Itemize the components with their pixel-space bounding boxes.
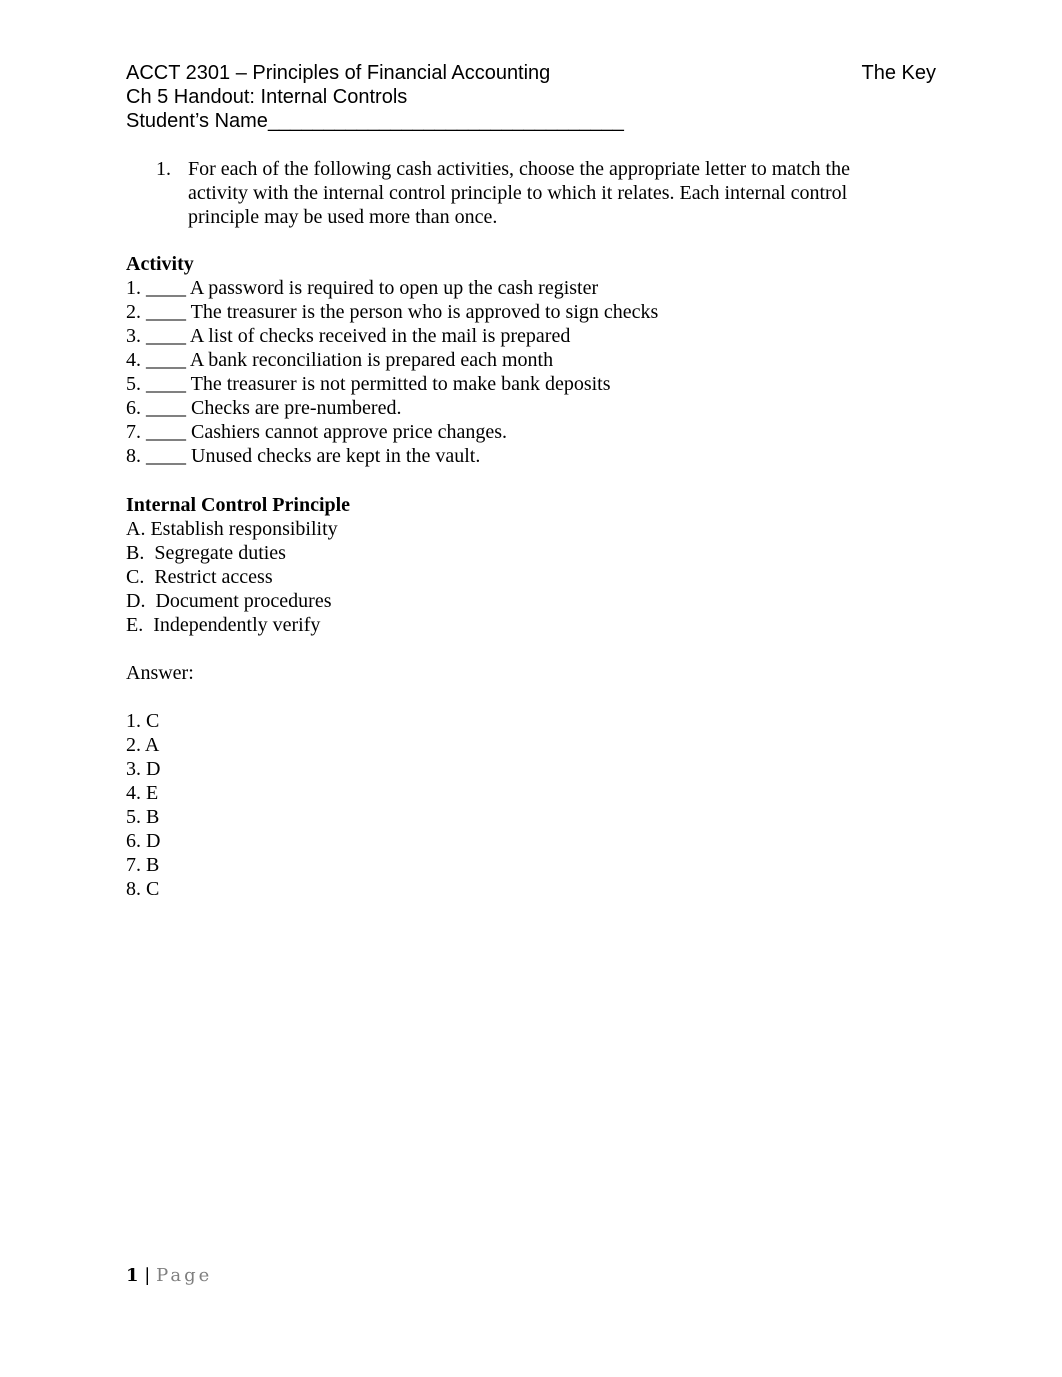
answer-section: Answer: 1. C 2. A 3. D 4. E 5. B 6. D 7.… xyxy=(126,661,194,901)
activity-heading: Activity xyxy=(126,253,194,275)
activity-item: 8. ____ Unused checks are kept in the va… xyxy=(126,445,481,467)
answer-item: 3. D xyxy=(126,758,161,780)
answer-label: Answer: xyxy=(126,662,194,684)
answer-item: 5. B xyxy=(126,806,160,828)
course-title: ACCT 2301 – Principles of Financial Acco… xyxy=(126,62,551,84)
activity-item: 4. ____ A bank reconciliation is prepare… xyxy=(126,349,554,371)
page-number: 1 xyxy=(126,1265,139,1286)
activity-section: Activity 1. ____ A password is required … xyxy=(126,252,658,468)
principle-item: C. Restrict access xyxy=(126,566,273,588)
answer-item: 7. B xyxy=(126,854,160,876)
principle-item: A. Establish responsibility xyxy=(126,518,338,540)
activity-item: 5. ____ The treasurer is not permitted t… xyxy=(126,373,611,395)
answer-item: 8. C xyxy=(126,878,160,900)
principle-item: E. Independently verify xyxy=(126,614,321,636)
principles-heading: Internal Control Principle xyxy=(126,494,351,516)
principles-section: Internal Control Principle A. Establish … xyxy=(126,493,350,637)
activity-item: 3. ____ A list of checks received in the… xyxy=(126,325,571,347)
answer-item: 6. D xyxy=(126,830,161,852)
question-1: 1. For each of the following cash activi… xyxy=(156,157,896,229)
activity-item: 2. ____ The treasurer is the person who … xyxy=(126,301,659,323)
question-text: For each of the following cash activitie… xyxy=(188,158,850,228)
footer-separator: | xyxy=(144,1265,151,1286)
key-label: The Key xyxy=(861,62,936,84)
handout-title: Ch 5 Handout: Internal Controls xyxy=(126,86,408,108)
page-word: Page xyxy=(156,1265,213,1286)
activity-item: 1. ____ A password is required to open u… xyxy=(126,277,599,299)
student-name-blank: ________________________________ xyxy=(267,110,624,132)
question-number: 1. xyxy=(156,158,171,180)
answer-item: 1. C xyxy=(126,710,160,732)
page-footer: 1 | Page xyxy=(126,1265,212,1286)
activity-item: 7. ____ Cashiers cannot approve price ch… xyxy=(126,421,507,443)
student-name-line: Student’s Name__________________________… xyxy=(126,109,936,133)
activity-item: 6. ____ Checks are pre-numbered. xyxy=(126,397,402,419)
answer-item: 4. E xyxy=(126,782,159,804)
student-name-label: Student’s Name xyxy=(126,110,268,132)
answer-item: 2. A xyxy=(126,734,160,756)
document-header: ACCT 2301 – Principles of Financial Acco… xyxy=(126,61,936,133)
principle-item: B. Segregate duties xyxy=(126,542,286,564)
principle-item: D. Document procedures xyxy=(126,590,332,612)
